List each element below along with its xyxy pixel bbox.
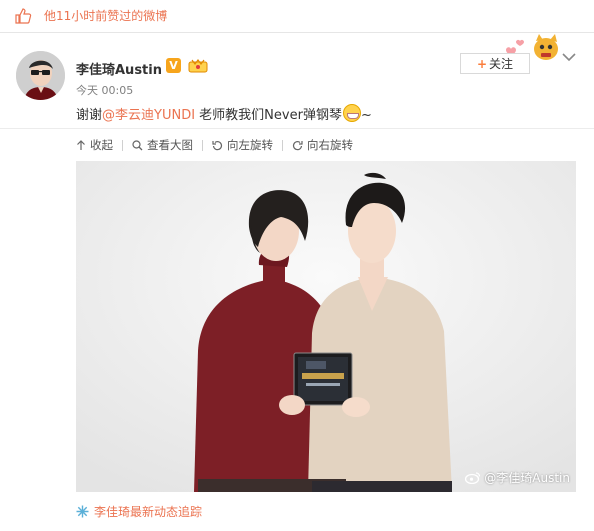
liked-header: 他11小时前赞过的微博	[0, 0, 594, 33]
rotate-left-label: 向左旋转	[227, 138, 273, 152]
post-time[interactable]: 今天 00:05	[76, 82, 133, 98]
watermark-text: @李佳琦Austin	[484, 471, 570, 485]
collapse-button[interactable]: 收起	[76, 137, 113, 153]
rotate-right-icon	[292, 140, 303, 150]
grin-emoji-icon	[342, 104, 361, 122]
magnifier-icon	[132, 139, 143, 150]
sparkle-icon	[76, 505, 89, 518]
rotate-left-button[interactable]: 向左旋转	[212, 137, 273, 153]
media-toolbar: 收起 查看大图 向左旋转 向右旋转	[76, 136, 353, 154]
weibo-logo-icon	[465, 472, 481, 484]
follow-label: 关注	[489, 57, 514, 71]
rotate-right-button[interactable]: 向右旋转	[292, 137, 353, 153]
divider	[0, 128, 594, 129]
avatar[interactable]	[16, 51, 65, 100]
latest-updates-link[interactable]: 李佳琦最新动态追踪	[76, 503, 202, 520]
post-text: 谢谢@李云迪YUNDI 老师教我们Never弹钢琴 ~	[76, 104, 372, 123]
liked-text[interactable]: 他11小时前赞过的微博	[44, 7, 167, 24]
follow-button[interactable]: + 关注	[460, 53, 530, 74]
image-watermark: @李佳琦Austin	[465, 469, 570, 486]
post-text-tail: ~	[360, 108, 372, 123]
post-text-before: 谢谢	[76, 108, 103, 123]
latest-updates-label: 李佳琦最新动态追踪	[94, 505, 203, 519]
collapse-label: 收起	[90, 138, 113, 152]
follow-plus: +	[476, 56, 488, 71]
post-text-after: 老师教我们Never弹钢琴	[195, 108, 342, 123]
post-photo[interactable]: @李佳琦Austin	[76, 161, 576, 492]
mention-link[interactable]: @李云迪YUNDI	[102, 108, 195, 123]
view-large-button[interactable]: 查看大图	[132, 137, 193, 153]
toolbar-separator	[122, 139, 123, 151]
rotate-right-label: 向右旋转	[307, 138, 353, 152]
collapse-arrow-icon	[77, 139, 85, 150]
photo-illustration	[76, 161, 576, 492]
toolbar-separator	[282, 139, 283, 151]
chevron-down-icon[interactable]	[562, 52, 576, 62]
toolbar-separator	[202, 139, 203, 151]
verified-badge: V	[166, 58, 181, 73]
thumb-up-icon	[15, 8, 32, 24]
rotate-left-icon	[212, 140, 223, 150]
view-large-label: 查看大图	[147, 138, 193, 152]
vip-icon	[188, 59, 208, 73]
username[interactable]: 李佳琦Austin	[76, 59, 162, 78]
